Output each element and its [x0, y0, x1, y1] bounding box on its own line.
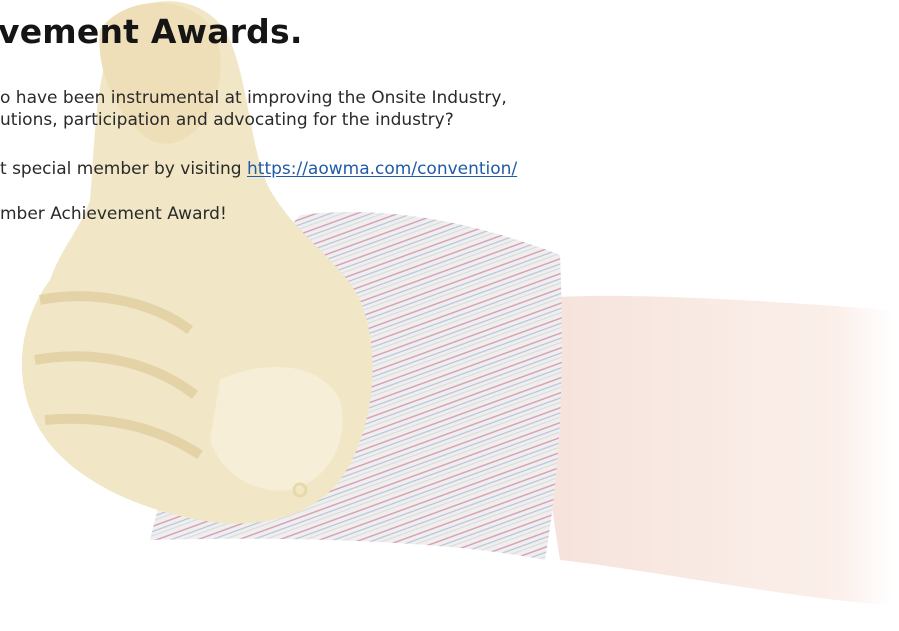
document-page: vement Awards. o have been instrumental … — [0, 0, 899, 631]
nomination-text: t special member by visiting — [0, 159, 247, 179]
arm-shape — [520, 295, 893, 605]
intro-line-2: utions, participation and advocating for… — [0, 110, 454, 130]
page-heading: vement Awards. — [0, 12, 303, 51]
intro-paragraph: o have been instrumental at improving th… — [0, 87, 507, 131]
award-paragraph: mber Achievement Award! — [0, 204, 227, 224]
convention-link[interactable]: https://aowma.com/convention/ — [247, 159, 517, 179]
intro-line-1: o have been instrumental at improving th… — [0, 88, 507, 108]
nomination-paragraph: t special member by visiting https://aow… — [0, 158, 517, 180]
